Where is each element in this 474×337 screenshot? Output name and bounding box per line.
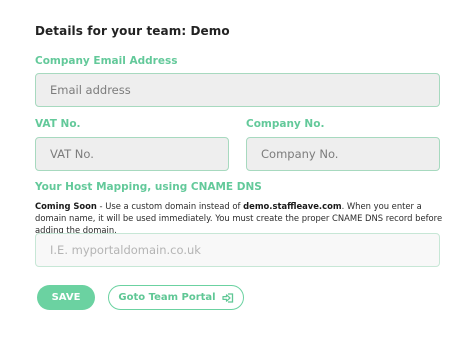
description-text-before: - Use a custom domain instead of [96, 201, 244, 211]
vat-no-label: VAT No. [35, 118, 81, 130]
save-button-label: SAVE [51, 292, 81, 303]
page-title: Details for your team: Demo [35, 24, 230, 38]
host-mapping-description: Coming Soon - Use a custom domain instea… [35, 200, 445, 236]
host-mapping-domain-field[interactable] [35, 233, 440, 267]
example-domain: demo.staffleave.com [243, 201, 342, 211]
company-no-field[interactable] [246, 137, 440, 171]
sign-in-arrow-icon [222, 292, 234, 303]
goto-team-portal-button[interactable]: Goto Team Portal [108, 285, 244, 310]
vat-no-field[interactable] [35, 137, 229, 171]
company-no-label: Company No. [246, 118, 325, 130]
coming-soon-label: Coming Soon [35, 201, 97, 211]
host-mapping-label: Your Host Mapping, using CNAME DNS [35, 181, 262, 193]
save-button[interactable]: SAVE [37, 285, 95, 310]
company-email-field[interactable] [35, 73, 440, 107]
company-email-label: Company Email Address [35, 55, 178, 67]
goto-team-portal-label: Goto Team Portal [118, 292, 216, 303]
